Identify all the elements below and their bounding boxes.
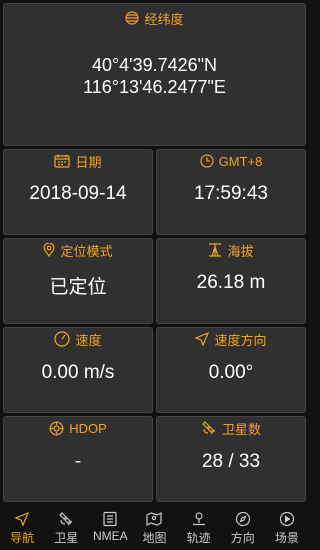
navigation-arrow-icon (14, 511, 30, 527)
date-value: 2018-09-14 (29, 183, 127, 204)
document-icon (103, 511, 117, 527)
nav-label: NMEA (93, 529, 128, 543)
altitude-value: 26.18 m (196, 272, 266, 293)
crosshair-icon (49, 421, 64, 435)
location-pin-icon (43, 243, 56, 257)
nav-item-compass[interactable]: 方向 (221, 505, 265, 550)
fix-mode-header: 定位模式 (4, 242, 152, 259)
bearing-header: 速度方向 (157, 331, 305, 348)
satellite-icon (202, 421, 216, 435)
track-pin-icon (192, 512, 205, 526)
nav-label: 卫星 (54, 531, 79, 545)
globe-icon (125, 11, 140, 25)
time-header: GMT+8 (157, 153, 305, 169)
nav-label: 导航 (10, 531, 35, 545)
longitude-value: 116°13'46.2477"E (83, 77, 226, 97)
hdop-value: - (74, 451, 82, 472)
nav-item-scene[interactable]: 场景 (265, 505, 309, 550)
calendar-icon (54, 154, 71, 168)
date-card: 日期 2018-09-14 (3, 149, 153, 235)
fix-mode-value: 已定位 (49, 277, 107, 298)
compass-icon (235, 511, 250, 527)
nav-item-map[interactable]: 地图 (132, 505, 176, 550)
nav-label: 场景 (274, 531, 299, 545)
hdop-title: HDOP (69, 420, 107, 436)
time-title: GMT+8 (218, 153, 263, 169)
speed-title: 速度 (75, 332, 102, 348)
nav-label: 地图 (142, 531, 167, 545)
satellites-card: 卫星数 28 / 33 (156, 416, 306, 502)
latlng-card: 经纬度 40°4'39.7426"N 116°13'46.2477"E (3, 3, 306, 146)
map-icon (146, 512, 163, 526)
nav-item-navigation[interactable]: 导航 (0, 505, 44, 550)
satellites-title: 卫星数 (221, 421, 261, 437)
nav-item-satellite[interactable]: 卫星 (44, 505, 88, 550)
bearing-card: 速度方向 0.00° (156, 327, 306, 413)
time-card: GMT+8 17:59:43 (156, 149, 306, 235)
date-header: 日期 (4, 153, 152, 170)
speed-value: 0.00 m/s (41, 362, 115, 383)
clock-icon (200, 154, 214, 168)
coordinates: 40°4'39.7426"N 116°13'46.2477"E (4, 54, 305, 98)
date-title: 日期 (75, 154, 102, 170)
fix-mode-card: 定位模式 已定位 (3, 238, 153, 324)
direction-arrow-icon (195, 332, 210, 346)
bottom-nav: 导航 卫星 NMEA 地图 轨迹 方向 场景 (0, 505, 309, 550)
nav-item-nmea[interactable]: NMEA (88, 505, 132, 550)
hdop-header: HDOP (4, 420, 152, 436)
latlng-title: 经纬度 (144, 11, 184, 27)
bearing-title: 速度方向 (214, 332, 267, 348)
hdop-card: HDOP - (3, 416, 153, 502)
altitude-card: 海拔 26.18 m (156, 238, 306, 324)
altitude-title: 海拔 (227, 243, 254, 259)
latitude-value: 40°4'39.7426"N (91, 55, 218, 75)
latlng-header: 经纬度 (4, 10, 305, 27)
altitude-header: 海拔 (157, 242, 305, 259)
satellite-icon (59, 512, 73, 526)
time-value: 17:59:43 (194, 183, 268, 204)
speed-card: 速度 0.00 m/s (3, 327, 153, 413)
satellites-header: 卫星数 (157, 420, 305, 437)
fix-mode-title: 定位模式 (60, 243, 113, 259)
nav-label: 方向 (230, 531, 255, 545)
speed-header: 速度 (4, 331, 152, 348)
satellites-value: 28 / 33 (201, 451, 261, 472)
play-circle-icon (279, 511, 295, 527)
altitude-icon (209, 243, 222, 257)
speedometer-icon (54, 331, 71, 347)
nav-item-track[interactable]: 轨迹 (177, 505, 221, 550)
nav-label: 轨迹 (186, 531, 211, 545)
bearing-value: 0.00° (208, 362, 254, 383)
